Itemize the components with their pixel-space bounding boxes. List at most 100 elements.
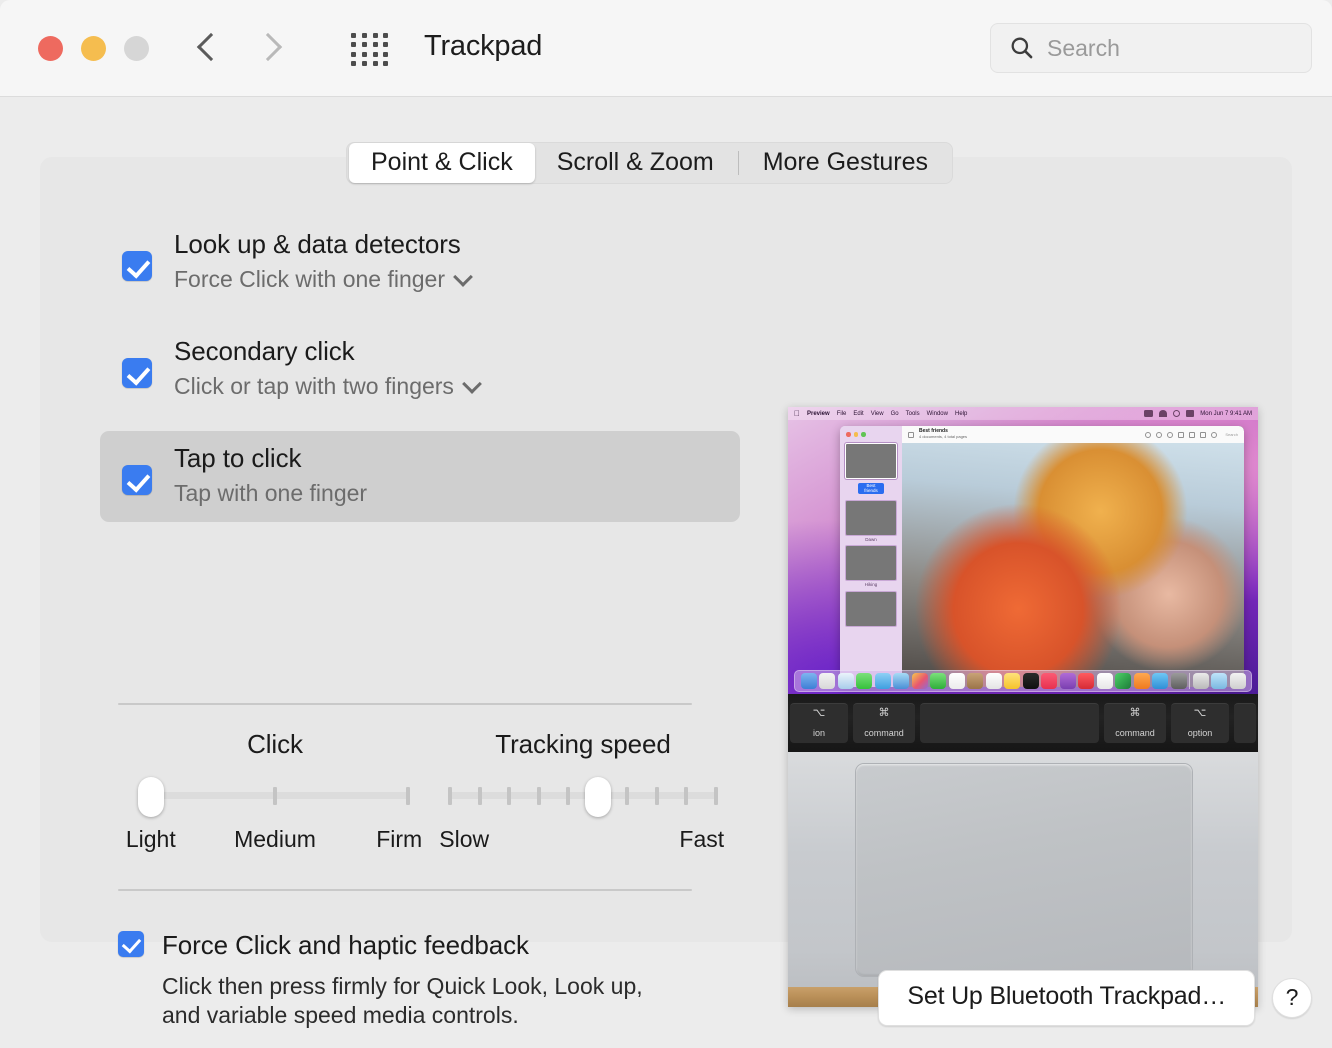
dock-safari-icon[interactable] bbox=[837, 673, 854, 689]
back-arrow-icon[interactable] bbox=[196, 28, 220, 68]
sidebar-thumbnail-dawn[interactable]: Dawn bbox=[845, 499, 897, 543]
dock-contacts-icon[interactable] bbox=[967, 673, 983, 689]
option-title: Secondary click bbox=[174, 335, 355, 366]
dock-maps-icon[interactable] bbox=[893, 673, 909, 689]
dock-photos-icon[interactable] bbox=[911, 673, 928, 689]
option-subtitle-row[interactable]: Force Click with one finger bbox=[174, 263, 470, 296]
dock-downloads-icon[interactable] bbox=[1211, 673, 1227, 689]
dock-stocks-icon[interactable] bbox=[1096, 673, 1113, 689]
checkbox-look-up[interactable] bbox=[122, 251, 152, 281]
sidebar-thumbnail-best-friends[interactable]: Best friends bbox=[845, 442, 897, 497]
option-subtitle-row[interactable]: Click or tap with two fingers bbox=[174, 370, 479, 403]
tab-point-and-click[interactable]: Point & Click bbox=[349, 142, 535, 184]
option-glyph-icon: ⌥ bbox=[812, 707, 826, 719]
key-option-left[interactable]: ⌥ ion bbox=[790, 703, 848, 743]
dock-folder-icon[interactable] bbox=[1192, 673, 1209, 689]
macos-dock bbox=[794, 670, 1252, 692]
chevron-down-icon[interactable] bbox=[464, 376, 479, 391]
show-all-grid-icon[interactable] bbox=[351, 33, 391, 67]
key-command-left[interactable]: ⌘ command bbox=[853, 703, 915, 743]
demo-preview-video[interactable]:  Preview File Edit View Go Tools Window… bbox=[788, 407, 1258, 1007]
command-glyph-icon: ⌘ bbox=[1129, 707, 1141, 719]
checkbox-secondary-click[interactable] bbox=[122, 357, 152, 388]
chevron-down-icon[interactable] bbox=[455, 269, 470, 284]
option-row-look-up[interactable]: Look up & data detectors Force Click wit… bbox=[100, 217, 740, 308]
force-click-section: Force Click and haptic feedback Click th… bbox=[118, 929, 718, 1030]
checkbox-force-click[interactable] bbox=[118, 931, 144, 957]
dock-numbers-icon[interactable] bbox=[1115, 673, 1131, 689]
rotate-icon[interactable] bbox=[1200, 431, 1207, 438]
option-row-tap-to-click[interactable]: Tap to click Tap with one finger bbox=[100, 430, 740, 522]
option-subtitle: Tap with one finger bbox=[174, 480, 368, 507]
option-title: Tap to click bbox=[174, 442, 302, 473]
tab-more-gestures[interactable]: More Gestures bbox=[741, 143, 950, 184]
dock-settings-icon[interactable] bbox=[1170, 673, 1187, 689]
dock-messages-icon[interactable] bbox=[856, 673, 872, 689]
dock-calendar-icon[interactable] bbox=[948, 673, 965, 689]
dock-appletv-icon[interactable] bbox=[1022, 673, 1039, 689]
key-arrow-edge[interactable] bbox=[1234, 703, 1256, 743]
minimize-button[interactable] bbox=[81, 36, 106, 61]
laptop-base bbox=[788, 752, 1258, 1007]
key-spacebar[interactable] bbox=[920, 703, 1099, 743]
thumbnail-image bbox=[845, 590, 897, 627]
option-subtitle: Click or tap with two fingers bbox=[174, 373, 454, 400]
dock-trash-icon[interactable] bbox=[1229, 673, 1246, 689]
wifi-icon bbox=[1159, 410, 1168, 417]
dock-reminders-icon[interactable] bbox=[985, 673, 1002, 689]
click-slider[interactable] bbox=[137, 777, 410, 817]
key-option-right[interactable]: ⌥ option bbox=[1171, 703, 1229, 743]
force-click-description-line1: Click then press firmly for Quick Look, … bbox=[162, 972, 643, 999]
key-command-right[interactable]: ⌘ command bbox=[1104, 703, 1166, 743]
share-icon[interactable] bbox=[1178, 431, 1185, 438]
dock-music-icon[interactable] bbox=[1041, 673, 1057, 689]
dock-finder-icon[interactable] bbox=[800, 673, 817, 689]
forward-arrow-icon[interactable] bbox=[256, 28, 280, 68]
set-up-bluetooth-trackpad-button[interactable]: Set Up Bluetooth Trackpad… bbox=[878, 970, 1255, 1026]
dock-news-icon[interactable] bbox=[1078, 673, 1094, 689]
search-icon bbox=[1011, 37, 1033, 59]
checkbox-tap-to-click[interactable] bbox=[122, 464, 152, 495]
sidebar-toggle-icon[interactable] bbox=[908, 431, 914, 438]
info-icon[interactable] bbox=[1145, 431, 1152, 438]
menubar-item-go: Go bbox=[884, 410, 899, 417]
click-slider-group: Click Light Medium Firm bbox=[126, 729, 422, 858]
sidebar-thumbnail-4[interactable] bbox=[845, 590, 897, 627]
tracking-label-fast: Fast bbox=[679, 826, 725, 852]
close-button[interactable] bbox=[38, 36, 63, 61]
dock-appstore-icon[interactable] bbox=[1152, 673, 1168, 689]
preview-search-placeholder[interactable]: Search bbox=[1225, 432, 1238, 437]
tracking-speed-slider[interactable] bbox=[448, 777, 718, 817]
menubar-item-tools: Tools bbox=[899, 410, 920, 417]
dock-mail-icon[interactable] bbox=[874, 673, 891, 689]
battery-icon bbox=[1144, 410, 1154, 417]
click-tick-label-medium: Medium bbox=[234, 826, 316, 852]
bottom-action-bar: Set Up Bluetooth Trackpad… ? bbox=[878, 970, 1312, 1026]
dock-notes-icon[interactable] bbox=[1004, 673, 1020, 689]
tracking-label-slow: Slow bbox=[439, 826, 490, 852]
dock-pages-icon[interactable] bbox=[1133, 673, 1150, 689]
sidebar-thumbnail-hiking[interactable]: Hiking bbox=[845, 545, 897, 588]
tracking-slider-thumb[interactable] bbox=[584, 777, 611, 817]
trackpad-preferences-window: Trackpad Look up & data detectors Force … bbox=[0, 0, 1332, 1048]
force-click-description: Click then press firmly for Quick Look, … bbox=[162, 972, 718, 1031]
annotate-icon[interactable] bbox=[1211, 431, 1218, 438]
help-button[interactable]: ? bbox=[1272, 978, 1312, 1018]
macos-menubar:  Preview File Edit View Go Tools Window… bbox=[788, 407, 1258, 420]
dock-podcasts-icon[interactable] bbox=[1059, 673, 1076, 689]
dock-separator bbox=[1189, 673, 1190, 689]
markup-icon[interactable] bbox=[1189, 431, 1196, 438]
zoom-out-icon[interactable] bbox=[1167, 431, 1174, 438]
search-field[interactable] bbox=[990, 23, 1312, 73]
option-row-secondary-click[interactable]: Secondary click Click or tap with two fi… bbox=[100, 324, 740, 415]
force-click-header[interactable]: Force Click and haptic feedback bbox=[118, 929, 718, 962]
zoom-button[interactable] bbox=[124, 36, 149, 61]
dock-launchpad-icon[interactable] bbox=[819, 673, 835, 689]
tab-scroll-and-zoom[interactable]: Scroll & Zoom bbox=[535, 143, 736, 184]
search-input[interactable] bbox=[1047, 34, 1287, 62]
dock-facetime-icon[interactable] bbox=[930, 673, 946, 689]
menubar-item-file: File bbox=[830, 410, 847, 417]
menubar-status-area: Mon Jun 7 9:41 AM bbox=[1144, 410, 1252, 417]
zoom-in-icon[interactable] bbox=[1156, 431, 1163, 438]
click-slider-thumb[interactable] bbox=[137, 777, 164, 817]
